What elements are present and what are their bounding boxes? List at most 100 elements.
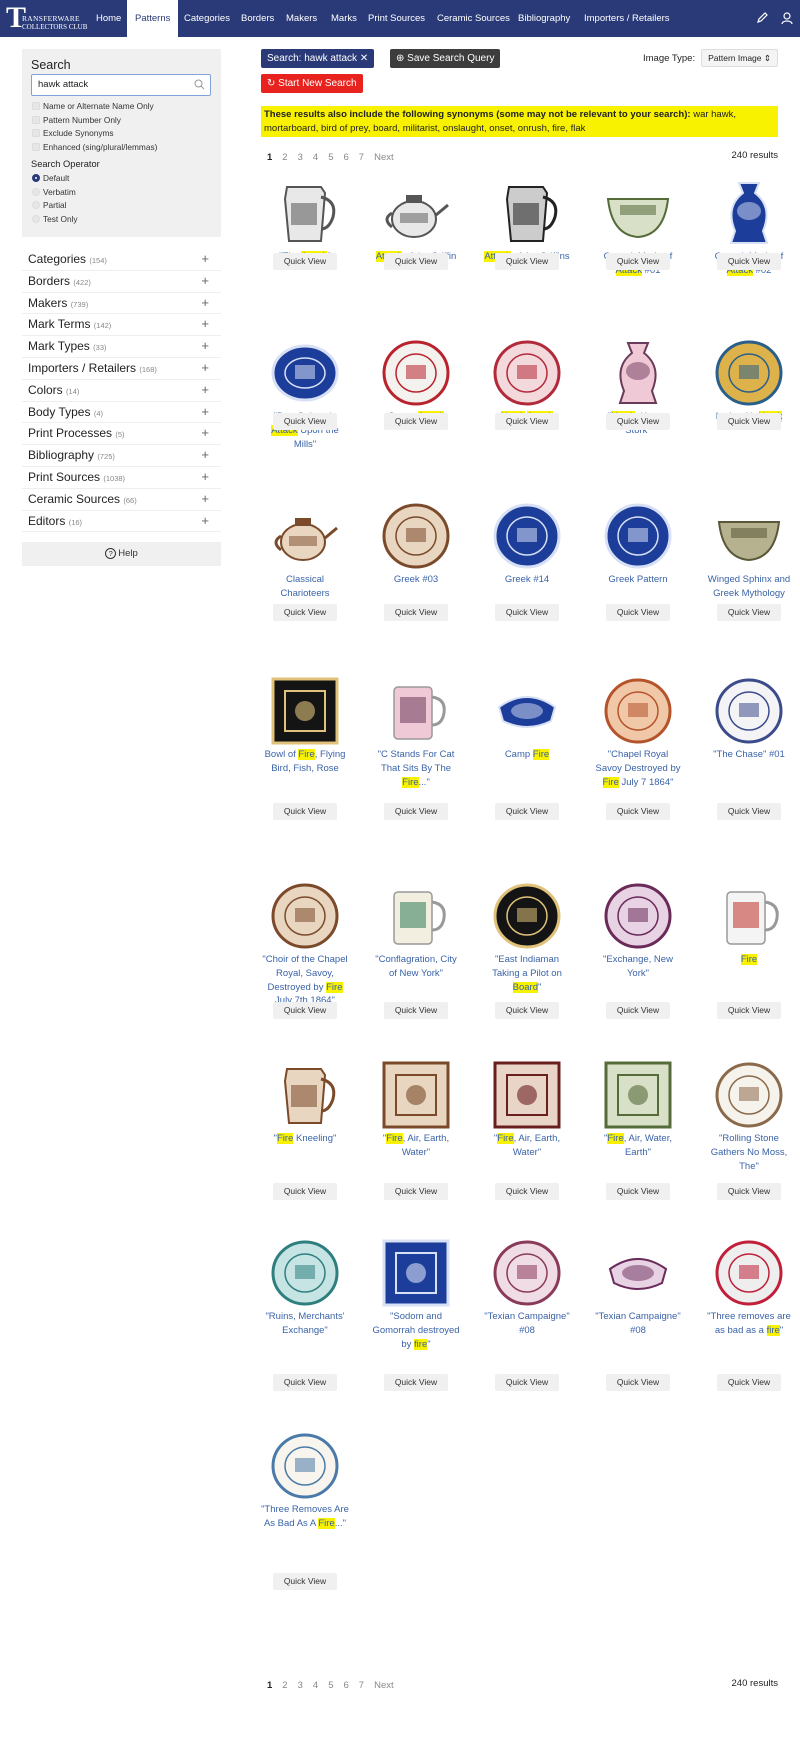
plus-icon[interactable]: + bbox=[201, 445, 209, 465]
pattern-thumbnail[interactable] bbox=[271, 882, 339, 950]
quick-view-button[interactable]: Quick View bbox=[273, 1374, 337, 1391]
save-search-button[interactable]: ⊕ Save Search Query bbox=[390, 49, 501, 68]
quick-view-button[interactable]: Quick View bbox=[384, 1183, 448, 1200]
checkbox[interactable] bbox=[32, 142, 40, 151]
quick-view-button[interactable]: Quick View bbox=[606, 1183, 670, 1200]
quick-view-button[interactable]: Quick View bbox=[273, 1183, 337, 1200]
site-logo[interactable]: T RANSFERWARE COLLECTORS CLUB bbox=[6, 2, 87, 34]
plus-icon[interactable]: + bbox=[201, 402, 209, 422]
quick-view-button[interactable]: Quick View bbox=[717, 604, 781, 621]
radio-button[interactable] bbox=[32, 214, 40, 223]
facet-mark-terms[interactable]: Mark Terms (142) + bbox=[22, 314, 221, 337]
pattern-title-link[interactable]: "Texian Campaigne" #08 bbox=[594, 1310, 682, 1338]
pattern-thumbnail[interactable] bbox=[715, 502, 783, 570]
quick-view-button[interactable]: Quick View bbox=[606, 1374, 670, 1391]
quick-view-button[interactable]: Quick View bbox=[384, 803, 448, 820]
plus-icon[interactable]: + bbox=[201, 336, 209, 356]
page-link-3[interactable]: 3 bbox=[298, 1680, 303, 1691]
pattern-title-link[interactable]: "Three removes are as bad as a fire" bbox=[705, 1310, 793, 1338]
pattern-thumbnail[interactable] bbox=[604, 882, 672, 950]
pattern-title-link[interactable]: Bowl of Fire, Flying Bird, Fish, Rose bbox=[261, 748, 349, 776]
facet-print-sources[interactable]: Print Sources (1038) + bbox=[22, 467, 221, 489]
pattern-thumbnail[interactable] bbox=[493, 502, 561, 570]
nav-bibliography[interactable]: Bibliography bbox=[518, 0, 570, 37]
image-type-select[interactable]: Pattern Image ⇕ bbox=[701, 49, 778, 67]
pattern-thumbnail[interactable] bbox=[271, 1432, 339, 1500]
page-link-5[interactable]: 5 bbox=[328, 1680, 333, 1691]
quick-view-button[interactable]: Quick View bbox=[384, 253, 448, 270]
facet-colors[interactable]: Colors (14) + bbox=[22, 380, 221, 402]
page-link-1[interactable]: 1 bbox=[267, 152, 272, 163]
quick-view-button[interactable]: Quick View bbox=[495, 1183, 559, 1200]
plus-icon[interactable]: + bbox=[201, 293, 209, 313]
plus-icon[interactable]: + bbox=[201, 467, 209, 487]
pattern-title-link[interactable]: Fire bbox=[705, 953, 793, 967]
quick-view-button[interactable]: Quick View bbox=[717, 413, 781, 430]
pattern-title-link[interactable]: "Fire, Air, Water, Earth" bbox=[594, 1132, 682, 1160]
quick-view-button[interactable]: Quick View bbox=[495, 604, 559, 621]
facet-borders[interactable]: Borders (422) + bbox=[22, 271, 221, 293]
pattern-thumbnail[interactable] bbox=[604, 1061, 672, 1129]
quick-view-button[interactable]: Quick View bbox=[384, 413, 448, 430]
facet-ceramic-sources[interactable]: Ceramic Sources (66) + bbox=[22, 489, 221, 511]
nav-print-sources[interactable]: Print Sources bbox=[368, 0, 425, 37]
pattern-thumbnail[interactable] bbox=[604, 1239, 672, 1307]
quick-view-button[interactable]: Quick View bbox=[495, 413, 559, 430]
quick-view-button[interactable]: Quick View bbox=[606, 1002, 670, 1019]
pattern-title-link[interactable]: Camp Fire bbox=[483, 748, 571, 762]
operator-option[interactable]: Test Only bbox=[31, 213, 212, 227]
quick-view-button[interactable]: Quick View bbox=[606, 413, 670, 430]
pencil-icon[interactable] bbox=[755, 11, 769, 25]
quick-view-button[interactable]: Quick View bbox=[273, 803, 337, 820]
pattern-thumbnail[interactable] bbox=[382, 1061, 450, 1129]
facet-print-processes[interactable]: Print Processes (5) + bbox=[22, 423, 221, 446]
pattern-thumbnail[interactable] bbox=[715, 1239, 783, 1307]
pattern-title-link[interactable]: Classical Charioteers bbox=[261, 573, 349, 601]
plus-icon[interactable]: + bbox=[201, 249, 209, 269]
pattern-title-link[interactable]: Greek #14 bbox=[483, 573, 571, 587]
checkbox[interactable] bbox=[32, 129, 40, 137]
pattern-title-link[interactable]: "East Indiaman Taking a Pilot on Board" bbox=[483, 953, 571, 994]
quick-view-button[interactable]: Quick View bbox=[273, 413, 337, 430]
quick-view-button[interactable]: Quick View bbox=[384, 1374, 448, 1391]
operator-option[interactable]: Default bbox=[31, 172, 212, 186]
facet-categories[interactable]: Categories (154) + bbox=[22, 249, 221, 271]
facet-importers-retailers[interactable]: Importers / Retailers (168) + bbox=[22, 358, 221, 380]
pattern-title-link[interactable]: "Rolling Stone Gathers No Moss, The" bbox=[705, 1132, 793, 1173]
pattern-thumbnail[interactable] bbox=[493, 1061, 561, 1129]
pattern-title-link[interactable]: "Three Removes Are As Bad As A Fire..." bbox=[261, 1503, 349, 1531]
page-link-7[interactable]: 7 bbox=[359, 1680, 364, 1691]
pattern-title-link[interactable]: "Choir of the Chapel Royal, Savoy, Destr… bbox=[261, 953, 349, 1008]
next-page-link[interactable]: Next bbox=[374, 152, 394, 163]
quick-view-button[interactable]: Quick View bbox=[606, 253, 670, 270]
pattern-thumbnail[interactable] bbox=[604, 339, 672, 407]
pattern-title-link[interactable]: Greek #03 bbox=[372, 573, 460, 587]
facet-mark-types[interactable]: Mark Types (33) + bbox=[22, 336, 221, 358]
pattern-thumbnail[interactable] bbox=[271, 1061, 339, 1129]
page-link-2[interactable]: 2 bbox=[282, 152, 287, 163]
pattern-thumbnail[interactable] bbox=[271, 677, 339, 745]
pattern-thumbnail[interactable] bbox=[715, 677, 783, 745]
pattern-thumbnail[interactable] bbox=[604, 677, 672, 745]
help-button[interactable]: ? Help bbox=[22, 542, 221, 567]
page-link-5[interactable]: 5 bbox=[328, 152, 333, 163]
page-link-4[interactable]: 4 bbox=[313, 152, 318, 163]
pattern-thumbnail[interactable] bbox=[271, 179, 339, 247]
pattern-thumbnail[interactable] bbox=[382, 1239, 450, 1307]
close-icon[interactable]: ✕ bbox=[360, 53, 368, 64]
search-option[interactable]: Pattern Number Only bbox=[31, 114, 212, 128]
quick-view-button[interactable]: Quick View bbox=[717, 1002, 781, 1019]
search-option[interactable]: Exclude Synonyms bbox=[31, 127, 212, 141]
pattern-thumbnail[interactable] bbox=[382, 502, 450, 570]
plus-icon[interactable]: + bbox=[201, 358, 209, 378]
pattern-thumbnail[interactable] bbox=[271, 502, 339, 570]
pattern-thumbnail[interactable] bbox=[271, 339, 339, 407]
nav-patterns[interactable]: Patterns bbox=[127, 0, 179, 37]
search-chip[interactable]: Search: hawk attack ✕ bbox=[261, 49, 375, 68]
quick-view-button[interactable]: Quick View bbox=[384, 1002, 448, 1019]
facet-editors[interactable]: Editors (16) + bbox=[22, 511, 221, 533]
plus-icon[interactable]: + bbox=[201, 511, 209, 531]
search-input[interactable]: hawk attack bbox=[31, 74, 211, 96]
pattern-thumbnail[interactable] bbox=[493, 677, 561, 745]
pattern-thumbnail[interactable] bbox=[604, 179, 672, 247]
